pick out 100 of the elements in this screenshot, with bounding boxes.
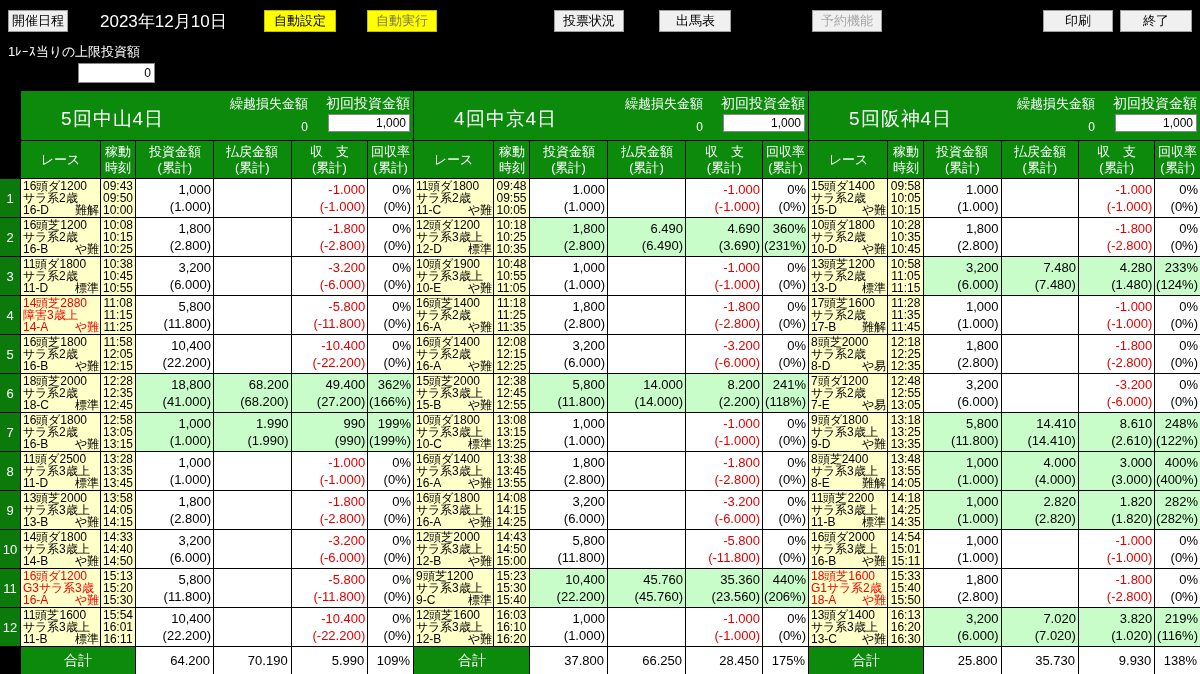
balance-cumulative-text: (-22.200) bbox=[312, 627, 366, 644]
recovery-rate-cumulative-text: (122%) bbox=[1156, 432, 1198, 449]
time-text: 11:25 bbox=[103, 321, 133, 333]
balance-text: -1.000 bbox=[1115, 298, 1153, 315]
race-distance-text: 18頭芝1600 bbox=[811, 570, 876, 582]
time-text: 14:25 bbox=[890, 504, 921, 516]
recovery-rate-cumulative-text: (0%) bbox=[1170, 354, 1198, 371]
investment-text: 1,800 bbox=[178, 493, 211, 510]
balance-text: -10.400 bbox=[321, 610, 366, 627]
race-code-text: 10-E bbox=[416, 282, 442, 294]
total-investment-text: 25.800 bbox=[924, 647, 1001, 674]
time-text: 11:28 bbox=[891, 297, 921, 309]
time-text: 10:15 bbox=[890, 204, 921, 216]
balance-text: -1.800 bbox=[723, 454, 760, 471]
race-code-text: 15-B bbox=[416, 399, 442, 411]
race-class-text: サラ系3歳上 bbox=[416, 465, 483, 477]
investment-cumulative-text: (2.800) bbox=[957, 237, 999, 254]
carryover-value: 0 bbox=[1088, 120, 1095, 134]
race-code-text: 16-A bbox=[23, 594, 49, 606]
race-number: 4 bbox=[0, 296, 20, 334]
race-distance-text: 18頭芝2000 bbox=[23, 375, 89, 387]
time-text: 11:15 bbox=[103, 309, 133, 321]
time-text: 14:40 bbox=[103, 543, 133, 555]
payout-text: 4.000 bbox=[1043, 454, 1076, 471]
investment-text: 5,800 bbox=[178, 571, 211, 588]
balance-cumulative-text: (3.690) bbox=[718, 237, 760, 254]
race-class-text: サラ系3歳上 bbox=[416, 270, 483, 282]
recovery-rate-text: 0% bbox=[787, 493, 806, 510]
race-number: 3 bbox=[0, 257, 20, 295]
recovery-rate-cumulative-text: (400%) bbox=[1156, 471, 1198, 488]
time-text: 11:18 bbox=[496, 297, 527, 309]
initial-investment-input[interactable]: 1,000 bbox=[328, 114, 410, 132]
initial-investment-input[interactable]: 1,000 bbox=[1115, 114, 1197, 132]
limit-input[interactable]: 0 bbox=[78, 63, 155, 83]
race-class-text: サラ系2歳 bbox=[23, 231, 79, 243]
investment-text: 5,800 bbox=[965, 415, 999, 432]
schedule-button[interactable]: 開催日程 bbox=[8, 10, 68, 32]
time-text: 15:50 bbox=[890, 594, 921, 606]
investment-text: 1,800 bbox=[965, 220, 999, 237]
time-text: 14:05 bbox=[103, 504, 133, 516]
recovery-rate-cumulative-text: (0%) bbox=[778, 198, 806, 215]
race-class-text: サラ系2歳 bbox=[23, 192, 78, 204]
balance-cumulative-text: (-6.000) bbox=[714, 510, 760, 527]
column-header: 収 支 (累計) bbox=[1078, 141, 1155, 178]
balance-cumulative-text: (-2.800) bbox=[1106, 354, 1153, 371]
recovery-rate-text: 0% bbox=[1179, 298, 1198, 315]
payout-text: 68.200 bbox=[248, 376, 289, 393]
column-header: 回収率 (累計) bbox=[763, 141, 808, 178]
investment-text: 1,000 bbox=[572, 259, 605, 276]
column-header: 回収率 (累計) bbox=[368, 141, 413, 178]
time-text: 12:55 bbox=[890, 387, 921, 399]
carryover-label: 繰越損失金額 bbox=[1017, 96, 1095, 112]
race-class-text: G3サラ系3歳 bbox=[23, 582, 95, 594]
venue-title: 5回中山4日 bbox=[61, 106, 165, 131]
time-text: 13:05 bbox=[890, 399, 921, 411]
balance-cumulative-text: (1.480) bbox=[1111, 276, 1153, 293]
recovery-rate-text: 282% bbox=[1164, 493, 1198, 510]
toolbar-button[interactable]: 投票状況 bbox=[554, 10, 624, 32]
balance-text: -1.000 bbox=[1115, 532, 1153, 549]
toolbar-button[interactable]: 印刷 bbox=[1043, 10, 1113, 32]
payout-cumulative-text: (14.000) bbox=[634, 393, 683, 410]
race-code-text: 13-B bbox=[23, 516, 49, 528]
time-text: 10:08 bbox=[103, 219, 133, 231]
recovery-rate-cumulative-text: (199%) bbox=[369, 432, 411, 449]
investment-text: 3,200 bbox=[572, 337, 605, 354]
toolbar-button[interactable]: 出馬表 bbox=[659, 10, 731, 32]
balance-text: -1.800 bbox=[1115, 571, 1153, 588]
race-rating-text: や難 bbox=[468, 399, 492, 411]
race-rating-text: 標準 bbox=[74, 477, 99, 489]
investment-text: 3,200 bbox=[178, 532, 211, 549]
time-text: 13:45 bbox=[103, 477, 133, 489]
race-rating-text: 標準 bbox=[74, 399, 99, 411]
race-code-text: 16-B bbox=[23, 243, 49, 255]
race-code-text: 8-D bbox=[811, 360, 831, 372]
time-text: 12:18 bbox=[890, 336, 921, 348]
time-text: 10:05 bbox=[496, 204, 527, 216]
time-text: 12:28 bbox=[103, 375, 133, 387]
time-text: 13:08 bbox=[496, 414, 527, 426]
investment-text: 5,800 bbox=[178, 298, 211, 315]
race-rating-text: や難 bbox=[468, 282, 492, 294]
toolbar-button[interactable]: 終了 bbox=[1120, 10, 1192, 32]
race-code-text: 15-D bbox=[811, 204, 837, 216]
recovery-rate-cumulative-text: (231%) bbox=[764, 237, 806, 254]
race-rating-text: や難 bbox=[862, 555, 887, 567]
race-distance-text: 17頭芝1600 bbox=[811, 297, 877, 309]
payout-cumulative-text: (68.200) bbox=[240, 393, 289, 410]
race-class-text: サラ系2歳 bbox=[23, 348, 79, 360]
race-class-text: サラ系3歳上 bbox=[23, 543, 90, 555]
balance-text: 990 bbox=[343, 415, 366, 432]
balance-text: -1.800 bbox=[723, 298, 760, 315]
total-balance-text: 9.930 bbox=[1078, 647, 1155, 674]
race-number: 11 bbox=[0, 569, 20, 607]
initial-investment-input[interactable]: 1,000 bbox=[723, 114, 805, 132]
balance-text: -3.200 bbox=[723, 493, 760, 510]
race-code-text: 11-C bbox=[416, 204, 442, 216]
investment-cumulative-text: (22.200) bbox=[556, 588, 605, 605]
race-number: 7 bbox=[0, 413, 20, 451]
race-distance-text: 16頭ダ1800 bbox=[23, 414, 89, 426]
balance-cumulative-text: (-6.000) bbox=[714, 354, 760, 371]
mode-button[interactable]: 自動設定 bbox=[264, 10, 336, 32]
